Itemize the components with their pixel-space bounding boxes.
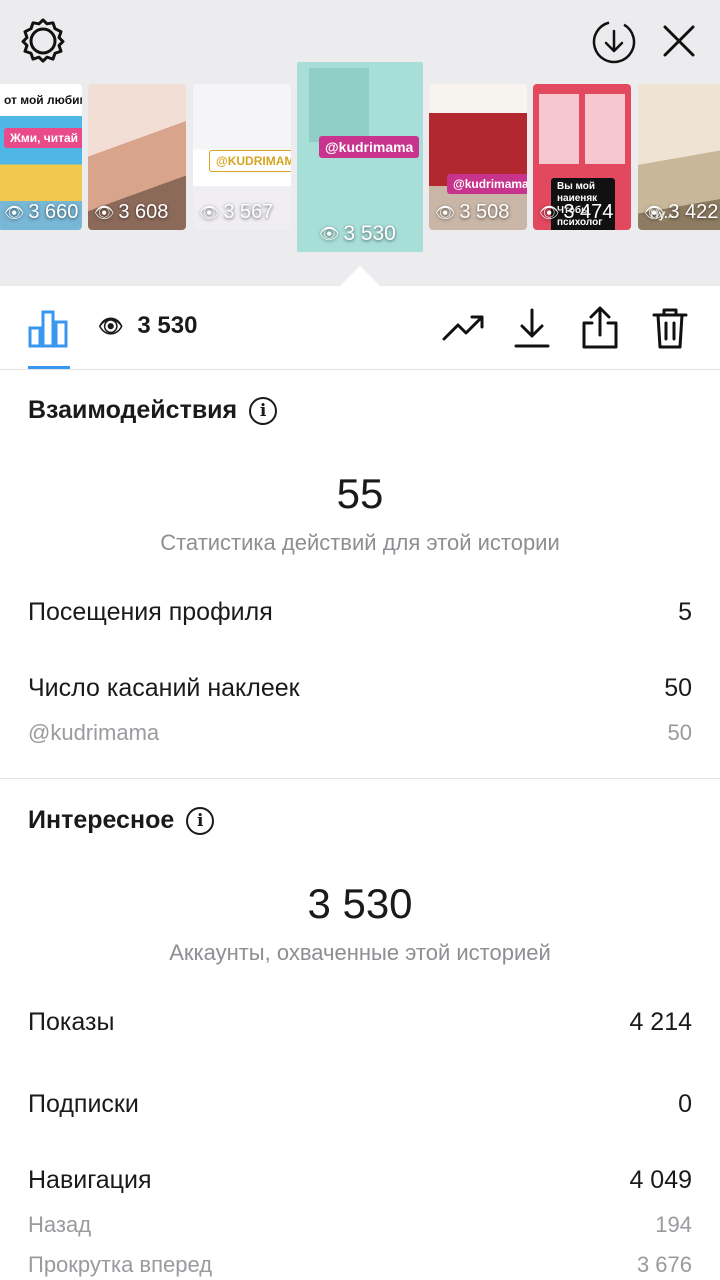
stat-value: 194: [655, 1212, 692, 1237]
eye-icon: 👁: [199, 204, 220, 222]
trash-icon[interactable]: [646, 304, 694, 352]
story-sticker-text: @kudrimama: [319, 136, 420, 158]
eye-icon: 👁: [644, 204, 665, 222]
story-sticker-text: от мой любимый: [0, 90, 82, 110]
story-thumbnail[interactable]: Ну... 👁 3 422: [638, 84, 720, 230]
views-count: 3 530: [137, 312, 198, 339]
close-icon[interactable]: [654, 16, 704, 66]
story-thumbnail[interactable]: 👁 3 608: [88, 84, 186, 230]
discovery-section-title: Интересное i: [28, 806, 215, 835]
trending-icon[interactable]: [440, 304, 488, 352]
story-views-count: 3 660: [28, 201, 79, 223]
story-thumbnail[interactable]: @kudrimama 👁 3 508: [429, 84, 527, 230]
story-views: 👁 3 530: [319, 222, 396, 246]
stat-row-impressions: Показы 4 214: [28, 1008, 692, 1037]
eye-icon: 👁: [539, 204, 560, 222]
selected-story-pointer: [340, 266, 380, 286]
info-icon[interactable]: i: [249, 396, 278, 425]
discovery-caption: Аккаунты, охваченные этой историей: [169, 940, 551, 965]
stat-value: 4 214: [629, 1008, 692, 1036]
stat-value: 3 676: [636, 1252, 692, 1277]
stat-label: Число касаний наклеек: [28, 674, 300, 702]
discovery-total: 3 530: [307, 880, 413, 927]
story-views: 👁 3 422: [644, 201, 718, 224]
story-sticker-text: @kudrimama: [447, 174, 527, 194]
settings-gear-icon[interactable]: [16, 14, 70, 68]
stat-row-profile-visits: Посещения профиля 5: [28, 598, 692, 627]
discovery-title-text: Интересное: [28, 806, 175, 834]
story-thumbnail[interactable]: @KUDRIMAMA 👁 3 567: [193, 84, 291, 230]
stat-value: 5: [678, 598, 692, 626]
story-views-count: 3 608: [118, 201, 169, 223]
eye-icon: 👁: [94, 204, 115, 222]
story-views: 👁 3 567: [199, 201, 273, 224]
story-views-count: 3 508: [459, 201, 510, 223]
interactions-caption: Статистика действий для этой истории: [160, 530, 560, 555]
eye-icon: 👁: [319, 226, 340, 243]
stat-row-navigation: Навигация 4 049: [28, 1166, 692, 1195]
stat-label: Прокрутка вперед: [28, 1252, 213, 1277]
story-thumbnail[interactable]: Вы мой наиеняк Чтобы психолог подтвердил…: [533, 84, 631, 230]
eye-icon: 👁: [98, 315, 124, 338]
interactions-section-title: Взаимодействия i: [28, 396, 278, 425]
story-views: 👁 3 608: [94, 201, 168, 224]
story-views-count: 3 567: [223, 201, 274, 223]
stat-label: @kudrimama: [28, 720, 160, 745]
story-sticker-text: @KUDRIMAMA: [209, 150, 291, 172]
story-sticker-text: Жми, читай: [4, 128, 82, 148]
stat-subrow-forward: Прокрутка вперед 3 676: [28, 1252, 692, 1278]
insights-toolbar: 👁 3 530: [0, 286, 720, 370]
eye-icon: 👁: [4, 204, 25, 222]
bar-chart-icon[interactable]: [24, 304, 72, 352]
active-tab-indicator: [28, 366, 70, 369]
stat-value: 4 049: [629, 1166, 692, 1194]
stat-subrow-back: Назад 194: [28, 1212, 692, 1238]
stat-label: Подписки: [28, 1090, 139, 1118]
stat-value: 0: [678, 1090, 692, 1118]
stat-row-follows: Подписки 0: [28, 1090, 692, 1119]
story-strip: от мой любимый Жми, читай 👁 3 660 👁 3 60…: [0, 0, 720, 286]
views-summary: 👁 3 530: [98, 312, 197, 340]
stat-label: Посещения профиля: [28, 598, 273, 626]
interactions-total: 55: [336, 470, 384, 517]
story-views: 👁 3 474: [539, 201, 613, 224]
stat-value: 50: [664, 674, 692, 702]
story-thumbnail-selected[interactable]: @kudrimama 👁 3 530: [297, 62, 423, 252]
story-views-count: 3 474: [563, 201, 614, 223]
stat-label: Показы: [28, 1008, 115, 1036]
story-views: 👁 3 660: [4, 201, 78, 224]
download-circle-icon[interactable]: [588, 16, 640, 68]
story-views: 👁 3 508: [435, 201, 509, 224]
story-views-count: 3 422: [668, 201, 719, 223]
stat-label: Назад: [28, 1212, 92, 1237]
story-thumbnail[interactable]: от мой любимый Жми, читай 👁 3 660: [0, 84, 82, 230]
download-icon[interactable]: [508, 304, 556, 352]
interactions-title-text: Взаимодействия: [28, 396, 238, 424]
info-icon[interactable]: i: [186, 806, 215, 835]
stat-subrow-mention: @kudrimama 50: [28, 720, 692, 746]
section-divider: [0, 778, 720, 779]
share-icon[interactable]: [576, 304, 624, 352]
story-views-count: 3 530: [343, 222, 396, 245]
stat-label: Навигация: [28, 1166, 152, 1194]
stat-value: 50: [667, 720, 692, 745]
stat-row-sticker-taps: Число касаний наклеек 50: [28, 674, 692, 703]
eye-icon: 👁: [435, 204, 456, 222]
